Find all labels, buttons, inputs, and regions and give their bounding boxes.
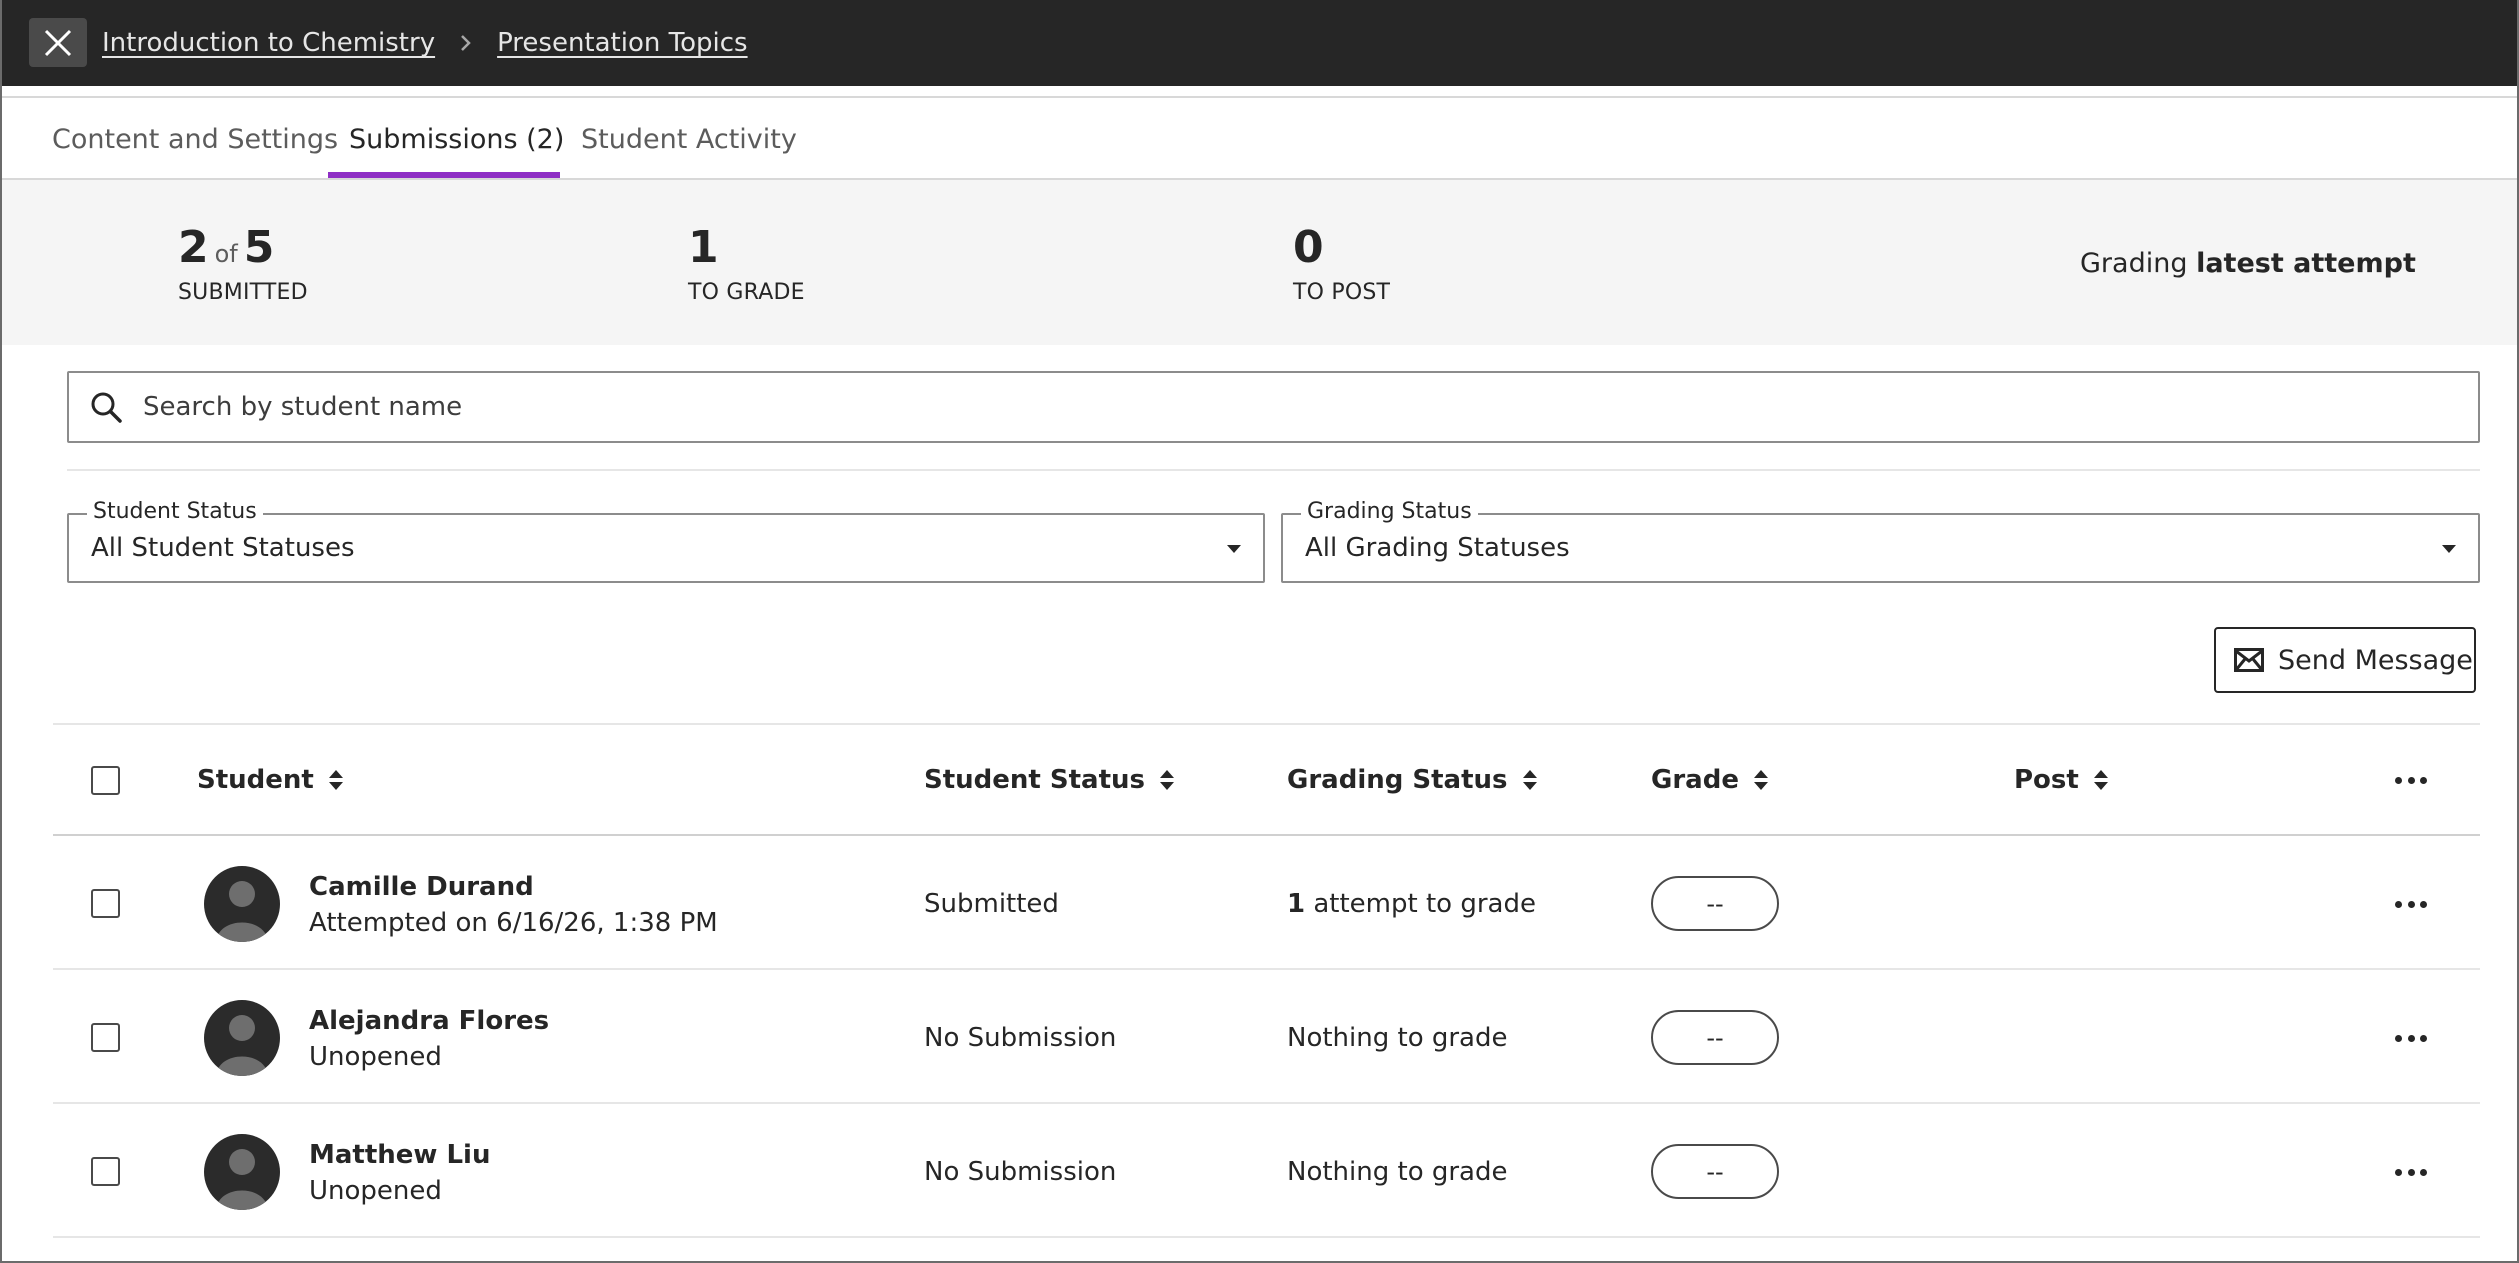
student-status-cell: No Submission [924, 1023, 1117, 1053]
table-header: Student Student Status Grading Status Gr… [53, 725, 2480, 836]
grading-status-select-value: All Grading Statuses [1305, 533, 1570, 563]
select-all-checkbox[interactable] [91, 766, 120, 795]
table-row: Matthew Liu Unopened No Submission Nothi… [53, 1104, 2480, 1238]
avatar [204, 866, 280, 942]
grade-pill-button[interactable]: -- [1651, 1010, 1779, 1065]
row-select-checkbox[interactable] [91, 1157, 120, 1186]
column-header-post[interactable]: Post [2014, 765, 2109, 795]
column-header-grade[interactable]: Grade [1651, 765, 1769, 795]
user-silhouette-icon [216, 1015, 268, 1076]
send-message-button[interactable]: Send Message [2214, 627, 2476, 693]
breadcrumb-item-link[interactable]: Presentation Topics [497, 28, 748, 58]
grading-count: 1 [1287, 889, 1306, 919]
table-row: Alejandra Flores Unopened No Submission … [53, 970, 2480, 1104]
column-header-grading-status-label: Grading Status [1287, 765, 1508, 795]
column-header-student-label: Student [197, 765, 314, 795]
grading-attempt-note: Grading latest attempt [2080, 248, 2416, 279]
grading-status-cell: Nothing to grade [1287, 1157, 1508, 1187]
to-grade-stat: 1 TO GRADE [688, 222, 805, 306]
row-select-checkbox[interactable] [91, 889, 120, 918]
send-message-label: Send Message [2278, 644, 2473, 676]
student-attempt-info: Unopened [309, 1176, 442, 1206]
tab-content-and-settings[interactable]: Content and Settings [52, 98, 338, 180]
divider [67, 469, 2480, 471]
column-header-grading-status[interactable]: Grading Status [1287, 765, 1538, 795]
sort-icon [1753, 770, 1768, 790]
tab-bar: Content and Settings Submissions (2) Stu… [0, 96, 2519, 180]
grading-status-text: Nothing to grade [1287, 1157, 1508, 1187]
to-grade-label: TO GRADE [688, 280, 805, 305]
table-options-more-icon[interactable] [2391, 765, 2431, 795]
search-box [67, 371, 2480, 443]
row-more-options-icon[interactable] [2391, 889, 2431, 919]
sort-icon [2093, 770, 2108, 790]
close-button[interactable] [29, 18, 87, 67]
to-post-label: TO POST [1293, 280, 1391, 305]
column-header-student[interactable]: Student [197, 765, 344, 795]
submitted-label: SUBMITTED [178, 280, 308, 305]
column-header-student-status[interactable]: Student Status [924, 765, 1175, 795]
submitted-count: 2 [178, 222, 209, 273]
grade-pill-button[interactable]: -- [1651, 876, 1779, 931]
student-name-link[interactable]: Matthew Liu [309, 1140, 490, 1170]
to-post-stat: 0 TO POST [1293, 222, 1391, 306]
grading-mode: latest attempt [2196, 248, 2416, 279]
student-name-link[interactable]: Alejandra Flores [309, 1006, 549, 1036]
to-post-count: 0 [1293, 222, 1324, 273]
submission-summary: 2 of 5 SUBMITTED 1 TO GRADE 0 TO POST Grad… [0, 180, 2519, 345]
top-bar: Introduction to Chemistry Presentation T… [0, 0, 2519, 86]
row-more-options-icon[interactable] [2391, 1023, 2431, 1053]
row-more-options-icon[interactable] [2391, 1157, 2431, 1187]
envelope-icon [2234, 648, 2264, 672]
search-icon [91, 392, 122, 423]
tab-submissions[interactable]: Submissions (2) [349, 98, 564, 180]
user-silhouette-icon [216, 881, 268, 942]
submitted-total: 5 [243, 222, 275, 273]
user-silhouette-icon [216, 1149, 268, 1210]
avatar [204, 1000, 280, 1076]
student-status-select-value: All Student Statuses [91, 533, 355, 563]
tab-student-activity[interactable]: Student Activity [581, 98, 797, 180]
student-name-link[interactable]: Camille Durand [309, 872, 534, 902]
column-header-post-label: Post [2014, 765, 2079, 795]
column-header-grade-label: Grade [1651, 765, 1739, 795]
submitted-stat: 2 of 5 SUBMITTED [178, 226, 308, 306]
avatar [204, 1134, 280, 1210]
grading-status-cell: 1 attempt to grade [1287, 889, 1536, 919]
submitted-of: of [214, 240, 238, 268]
student-attempt-info: Attempted on 6/16/26, 1:38 PM [309, 908, 718, 938]
chevron-right-icon [461, 35, 471, 51]
student-status-select-label: Student Status [87, 499, 263, 524]
caret-down-icon [1227, 545, 1241, 553]
close-icon [44, 29, 72, 56]
grading-status-text: attempt to grade [1313, 889, 1536, 919]
active-tab-indicator [328, 172, 560, 178]
grading-status-cell: Nothing to grade [1287, 1023, 1508, 1053]
search-input[interactable] [143, 392, 2443, 422]
to-grade-count: 1 [688, 222, 719, 273]
row-select-checkbox[interactable] [91, 1023, 120, 1052]
column-header-student-status-label: Student Status [924, 765, 1146, 795]
sort-icon [328, 770, 343, 790]
student-status-cell: Submitted [924, 889, 1059, 919]
grade-pill-button[interactable]: -- [1651, 1144, 1779, 1199]
breadcrumb: Introduction to Chemistry Presentation T… [102, 0, 748, 86]
breadcrumb-course-link[interactable]: Introduction to Chemistry [102, 28, 435, 58]
grading-status-select-label: Grading Status [1301, 499, 1478, 524]
grading-status-text: Nothing to grade [1287, 1023, 1508, 1053]
sort-icon [1160, 770, 1175, 790]
student-status-cell: No Submission [924, 1157, 1117, 1187]
sort-icon [1522, 770, 1537, 790]
grading-status-select[interactable]: Grading Status All Grading Statuses [1281, 499, 2480, 583]
table-row: Camille Durand Attempted on 6/16/26, 1:3… [53, 836, 2480, 970]
grading-prefix: Grading [2080, 248, 2188, 279]
caret-down-icon [2442, 545, 2456, 553]
student-status-select[interactable]: Student Status All Student Statuses [67, 499, 1265, 583]
student-attempt-info: Unopened [309, 1042, 442, 1072]
